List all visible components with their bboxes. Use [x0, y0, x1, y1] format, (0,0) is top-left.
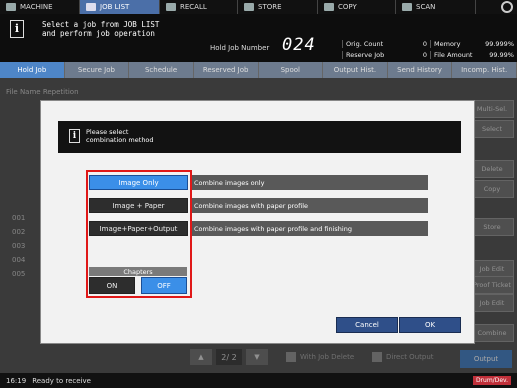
tab-send-history[interactable]: Send History [387, 62, 453, 78]
tab-spool[interactable]: Spool [258, 62, 324, 78]
tab-incomp-hist[interactable]: Incomp. Hist. [452, 62, 517, 78]
image-paper-output-description: Combine images with paper profile and fi… [192, 221, 428, 236]
dialog-message: Please select combination method [86, 128, 154, 144]
job-list-icon [86, 3, 96, 11]
image-only-button[interactable]: Image Only [89, 175, 188, 190]
status-message-line1: Select a job from JOB LIST [42, 20, 160, 29]
nav-tab-label: SCAN [416, 3, 436, 11]
tab-hold-job[interactable]: Hold Job [0, 62, 65, 78]
nav-tab-recall[interactable]: RECALL [160, 0, 238, 14]
status-message: Select a job from JOB LIST and perform j… [42, 20, 159, 38]
memory: Memory 99.999% [430, 39, 517, 48]
top-nav: MACHINE JOB LIST RECALL STORE COPY SCAN [0, 0, 517, 14]
copy-icon [324, 3, 334, 11]
chapters-off-button[interactable]: OFF [141, 277, 187, 294]
reserve-job: Reserve Job 0 [342, 50, 430, 59]
nav-tab-job-list[interactable]: JOB LIST [80, 0, 160, 14]
nav-tab-machine[interactable]: MACHINE [0, 0, 80, 14]
dialog-header: i Please select combination method [58, 121, 461, 153]
info-icon: i [10, 20, 24, 38]
status-bar: 16:19 Ready to receive [0, 373, 517, 388]
dialog-message-line1: Please select [86, 128, 129, 136]
nav-tab-label: RECALL [180, 3, 207, 11]
nav-tab-label: STORE [258, 3, 282, 11]
recall-icon [166, 3, 176, 11]
tab-output-hist[interactable]: Output Hist. [323, 62, 388, 78]
tab-schedule[interactable]: Schedule [129, 62, 194, 78]
cancel-button[interactable]: Cancel [336, 317, 398, 333]
image-paper-button[interactable]: Image + Paper [89, 198, 188, 213]
drum-dev-badge[interactable]: Drum/Dev. [472, 376, 511, 385]
nav-tab-store[interactable]: STORE [238, 0, 318, 14]
hold-job-number: 024 [282, 35, 316, 55]
orig-count: Orig. Count 0 [342, 39, 430, 48]
image-paper-output-button[interactable]: Image+Paper+Output [89, 221, 188, 236]
clock: 16:19 [6, 376, 27, 385]
ok-button[interactable]: OK [399, 317, 461, 333]
nav-tab-copy[interactable]: COPY [318, 0, 396, 14]
hold-job-number-label: Hold Job Number [210, 44, 270, 52]
dialog-message-line2: combination method [86, 136, 154, 144]
chapters-label: Chapters [89, 267, 187, 276]
machine-icon [6, 3, 16, 11]
screen: MACHINE JOB LIST RECALL STORE COPY SCAN … [0, 0, 517, 388]
status-message-line2: and perform job operation [42, 29, 155, 38]
tab-reserved-job[interactable]: Reserved Job [193, 62, 259, 78]
job-tabs: Hold Job Secure Job Schedule Reserved Jo… [0, 62, 517, 78]
file-amount: File Amount 99.99% [430, 50, 517, 59]
settings-icon[interactable] [501, 1, 513, 13]
nav-tab-label: COPY [338, 3, 357, 11]
combination-method-dialog: i Please select combination method Image… [40, 100, 475, 344]
nav-tab-label: MACHINE [20, 3, 53, 11]
image-only-description: Combine images only [192, 175, 428, 190]
nav-tab-label: JOB LIST [100, 3, 130, 11]
tab-secure-job[interactable]: Secure Job [64, 62, 130, 78]
info-icon: i [69, 129, 80, 143]
counters-panel: Orig. Count 0 Memory 99.999% Reserve Job… [342, 38, 517, 60]
scan-icon [402, 3, 412, 11]
image-paper-description: Combine images with paper profile [192, 198, 428, 213]
ready-status: Ready to receive [32, 376, 91, 385]
chapters-on-button[interactable]: ON [89, 277, 135, 294]
store-icon [244, 3, 254, 11]
nav-tab-scan[interactable]: SCAN [396, 0, 476, 14]
